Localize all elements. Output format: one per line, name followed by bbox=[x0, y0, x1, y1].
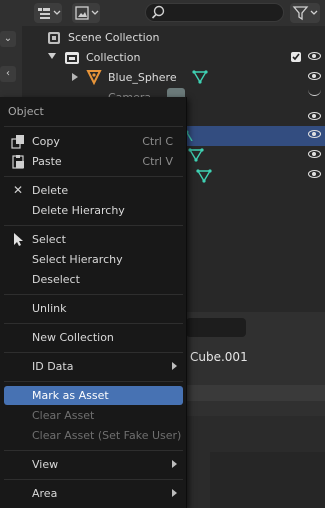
paste-icon bbox=[10, 154, 26, 169]
menu-item-label: Mark as Asset bbox=[32, 389, 109, 402]
menu-item-label: New Collection bbox=[32, 331, 114, 344]
outliner-row-selected[interactable] bbox=[186, 126, 325, 146]
close-x-icon: ✕ bbox=[12, 183, 24, 197]
menu-item-label: Select bbox=[32, 233, 66, 246]
menu-item-label: View bbox=[32, 458, 59, 471]
outliner-row-collection[interactable]: Collection bbox=[22, 48, 325, 68]
menu-item-label: Area bbox=[32, 487, 58, 500]
filter-dropdown[interactable] bbox=[290, 3, 320, 23]
outliner-row-blue-sphere[interactable]: Blue_Sphere bbox=[22, 68, 325, 88]
submenu-arrow-icon bbox=[172, 460, 177, 468]
menu-item-view[interactable]: View bbox=[4, 455, 183, 474]
menu-item-label: Clear Asset bbox=[32, 409, 95, 422]
menu-item-mark-as-asset[interactable]: Mark as Asset bbox=[4, 386, 183, 405]
mesh-data-icon bbox=[186, 130, 193, 141]
scene-collection-label: Scene Collection bbox=[68, 31, 160, 44]
menu-separator bbox=[4, 479, 183, 480]
menu-separator bbox=[4, 323, 183, 324]
menu-item-label: Delete Hierarchy bbox=[32, 204, 125, 217]
object-context-menu: Object Copy Ctrl C Paste Ctrl V ✕ Delete… bbox=[0, 97, 187, 508]
eye-icon[interactable] bbox=[308, 130, 321, 138]
menu-separator bbox=[4, 450, 183, 451]
menu-separator bbox=[4, 225, 183, 226]
display-mode-dropdown[interactable] bbox=[34, 3, 62, 23]
menu-separator bbox=[4, 294, 183, 295]
search-icon bbox=[151, 5, 165, 19]
menu-item-copy[interactable]: Copy Ctrl C bbox=[4, 132, 183, 151]
eye-icon[interactable] bbox=[308, 112, 321, 120]
menu-item-clear-asset-fake-user[interactable]: Clear Asset (Set Fake User) bbox=[4, 426, 183, 445]
collection-icon bbox=[65, 52, 79, 64]
menu-item-label: Copy bbox=[32, 135, 60, 148]
filter-image-dropdown[interactable] bbox=[72, 3, 100, 23]
properties-lower-subregion bbox=[210, 452, 325, 508]
properties-field[interactable] bbox=[186, 318, 246, 337]
menu-item-id-data[interactable]: ID Data bbox=[4, 357, 183, 376]
collection-label: Collection bbox=[86, 51, 141, 64]
checkmark-icon bbox=[292, 53, 300, 61]
chevron-left-icon[interactable]: ‹ bbox=[0, 66, 16, 82]
outliner-view-icon bbox=[38, 8, 61, 19]
menu-item-new-collection[interactable]: New Collection bbox=[4, 328, 183, 347]
menu-item-label: Paste bbox=[32, 155, 62, 168]
menu-item-label: Deselect bbox=[32, 273, 80, 286]
menu-separator bbox=[4, 126, 183, 127]
eye-closed-icon[interactable] bbox=[308, 88, 321, 96]
submenu-arrow-icon bbox=[172, 362, 177, 370]
menu-item-unlink[interactable]: Unlink bbox=[4, 299, 183, 318]
menu-item-clear-asset[interactable]: Clear Asset bbox=[4, 406, 183, 425]
properties-divider-bar bbox=[186, 385, 325, 401]
outliner-row-scene-collection[interactable]: Scene Collection bbox=[22, 28, 325, 48]
mesh-data-icon[interactable] bbox=[192, 70, 208, 84]
menu-item-area[interactable]: Area bbox=[4, 484, 183, 503]
menu-item-label: Select Hierarchy bbox=[32, 253, 123, 266]
cursor-arrow-icon bbox=[10, 232, 26, 247]
eye-icon[interactable] bbox=[308, 150, 321, 158]
scene-collection-icon bbox=[48, 32, 60, 44]
menu-item-label: Delete bbox=[32, 184, 69, 197]
menu-item-delete[interactable]: ✕ Delete bbox=[4, 181, 183, 200]
menu-separator bbox=[4, 176, 183, 177]
eye-icon[interactable] bbox=[308, 72, 321, 80]
exclude-checkbox[interactable] bbox=[291, 52, 301, 62]
menu-item-select[interactable]: Select bbox=[4, 230, 183, 249]
menu-item-label: Unlink bbox=[32, 302, 67, 315]
object-name-value: Cube.001 bbox=[190, 350, 248, 364]
disclosure-right-icon[interactable] bbox=[72, 73, 78, 81]
submenu-arrow-icon bbox=[172, 489, 177, 497]
menu-separator bbox=[4, 352, 183, 353]
blue-sphere-label: Blue_Sphere bbox=[108, 71, 177, 84]
chevron-down-icon[interactable]: ⌄ bbox=[0, 31, 16, 47]
search-input[interactable] bbox=[145, 3, 284, 22]
menu-item-label: ID Data bbox=[32, 360, 74, 373]
copy-icon bbox=[10, 134, 26, 149]
mesh-data-icon[interactable] bbox=[196, 169, 212, 183]
menu-item-paste[interactable]: Paste Ctrl V bbox=[4, 152, 183, 171]
eye-icon[interactable] bbox=[308, 52, 321, 60]
eye-icon[interactable] bbox=[308, 170, 321, 178]
funnel-icon bbox=[292, 6, 318, 21]
object-triangle-icon bbox=[86, 70, 102, 85]
menu-item-delete-hierarchy[interactable]: Delete Hierarchy bbox=[4, 201, 183, 220]
menu-item-shortcut: Ctrl V bbox=[142, 155, 173, 168]
image-icon bbox=[75, 6, 99, 20]
menu-title: Object bbox=[8, 105, 44, 118]
menu-item-select-hierarchy[interactable]: Select Hierarchy bbox=[4, 250, 183, 269]
menu-item-label: Clear Asset (Set Fake User) bbox=[32, 429, 182, 442]
mesh-data-icon[interactable] bbox=[188, 148, 204, 162]
menu-separator bbox=[4, 381, 183, 382]
menu-item-shortcut: Ctrl C bbox=[142, 135, 173, 148]
disclosure-down-icon[interactable] bbox=[48, 53, 56, 59]
menu-item-deselect[interactable]: Deselect bbox=[4, 270, 183, 289]
outliner-header bbox=[22, 0, 325, 26]
